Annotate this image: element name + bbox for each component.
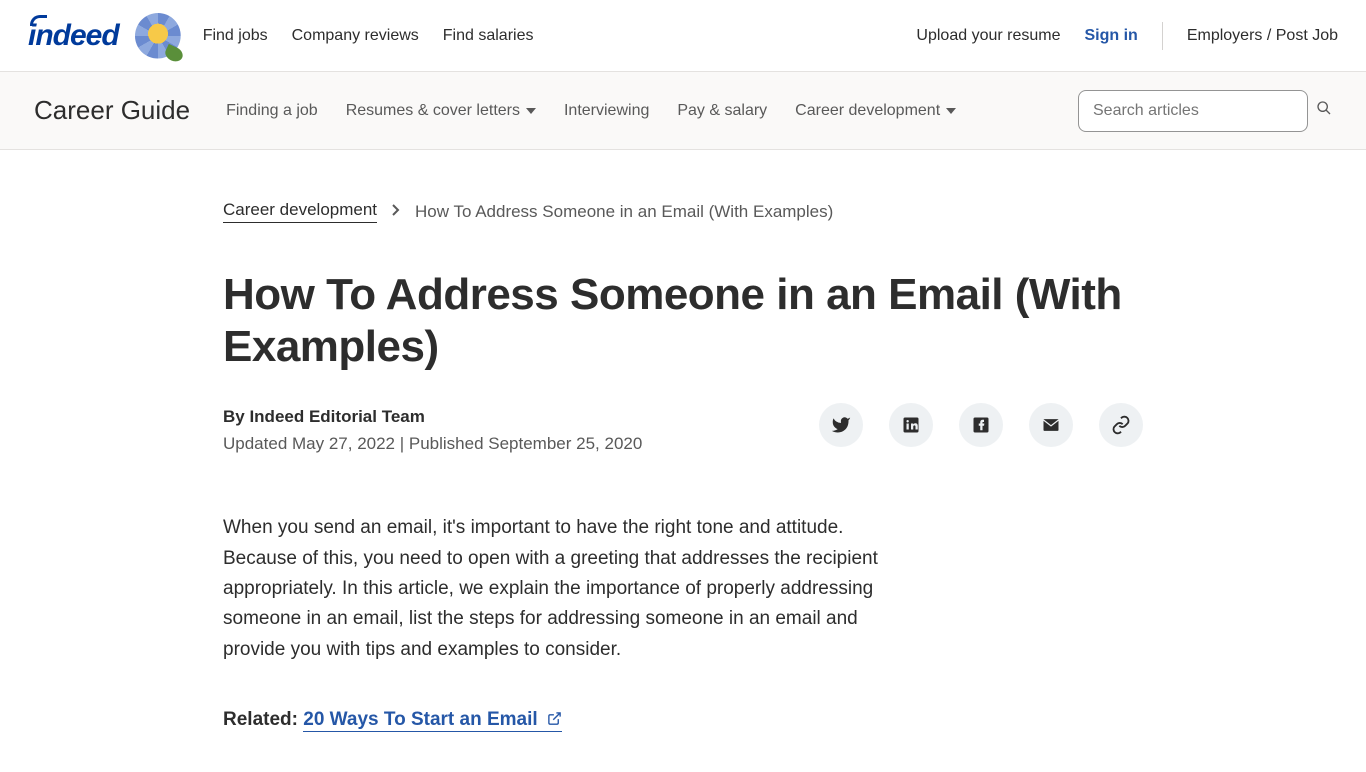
nav-find-jobs[interactable]: Find jobs [203,27,268,45]
subnav-label: Finding a job [226,102,318,120]
related-row: Related: 20 Ways To Start an Email [223,709,1143,732]
chevron-down-icon [946,108,956,114]
primary-nav-links: Find jobs Company reviews Find salaries [203,27,534,45]
email-icon [1041,415,1061,435]
upload-resume-link[interactable]: Upload your resume [916,27,1060,45]
breadcrumb-current: How To Address Someone in an Email (With… [415,202,833,222]
byline: By Indeed Editorial Team [223,403,642,430]
top-nav: indeed Find jobs Company reviews Find sa… [0,0,1366,72]
chevron-right-icon [391,202,401,222]
article-intro: When you send an email, it's important t… [223,513,883,665]
career-guide-title: Career Guide [34,95,190,126]
meta-row: By Indeed Editorial Team Updated May 27,… [223,403,1143,457]
breadcrumb-parent[interactable]: Career development [223,200,377,223]
external-link-icon [547,710,562,732]
nav-company-reviews[interactable]: Company reviews [292,27,419,45]
subnav-label: Resumes & cover letters [346,102,520,120]
related-link[interactable]: 20 Ways To Start an Email [303,709,562,732]
sunflower-icon [135,13,181,59]
search-icon[interactable] [1316,100,1332,121]
share-icons [819,403,1143,447]
article-title: How To Address Someone in an Email (With… [223,269,1143,373]
share-email-button[interactable] [1029,403,1073,447]
share-twitter-button[interactable] [819,403,863,447]
subnav-label: Pay & salary [677,102,767,120]
logo-block[interactable]: indeed [28,13,181,59]
nav-find-salaries[interactable]: Find salaries [443,27,534,45]
subnav-resumes-cover-letters[interactable]: Resumes & cover letters [346,102,536,120]
subnav-finding-a-job[interactable]: Finding a job [226,102,318,120]
search-input[interactable] [1078,90,1308,132]
linkedin-icon [902,416,920,434]
nav-separator [1162,22,1163,50]
article-main: Career development How To Address Someon… [223,150,1143,772]
subnav-label: Career development [795,102,940,120]
related-link-text: 20 Ways To Start an Email [303,709,537,730]
meta-left: By Indeed Editorial Team Updated May 27,… [223,403,642,457]
employers-link[interactable]: Employers / Post Job [1187,27,1338,45]
chevron-down-icon [526,108,536,114]
sub-nav-links: Finding a job Resumes & cover letters In… [226,102,1050,120]
subnav-career-development[interactable]: Career development [795,102,956,120]
facebook-icon [972,416,990,434]
publish-dates: Updated May 27, 2022 | Published Septemb… [223,430,642,457]
subnav-interviewing[interactable]: Interviewing [564,102,649,120]
subnav-pay-salary[interactable]: Pay & salary [677,102,767,120]
sub-nav: Career Guide Finding a job Resumes & cov… [0,72,1366,150]
breadcrumb: Career development How To Address Someon… [223,200,1143,223]
search-wrap [1078,90,1332,132]
link-icon [1111,415,1131,435]
indeed-logo: indeed [28,19,119,53]
share-link-button[interactable] [1099,403,1143,447]
related-label: Related: [223,709,298,730]
twitter-icon [831,415,851,435]
subnav-label: Interviewing [564,102,649,120]
share-linkedin-button[interactable] [889,403,933,447]
sign-in-link[interactable]: Sign in [1085,27,1138,45]
nav-right: Upload your resume Sign in Employers / P… [916,22,1338,50]
share-facebook-button[interactable] [959,403,1003,447]
